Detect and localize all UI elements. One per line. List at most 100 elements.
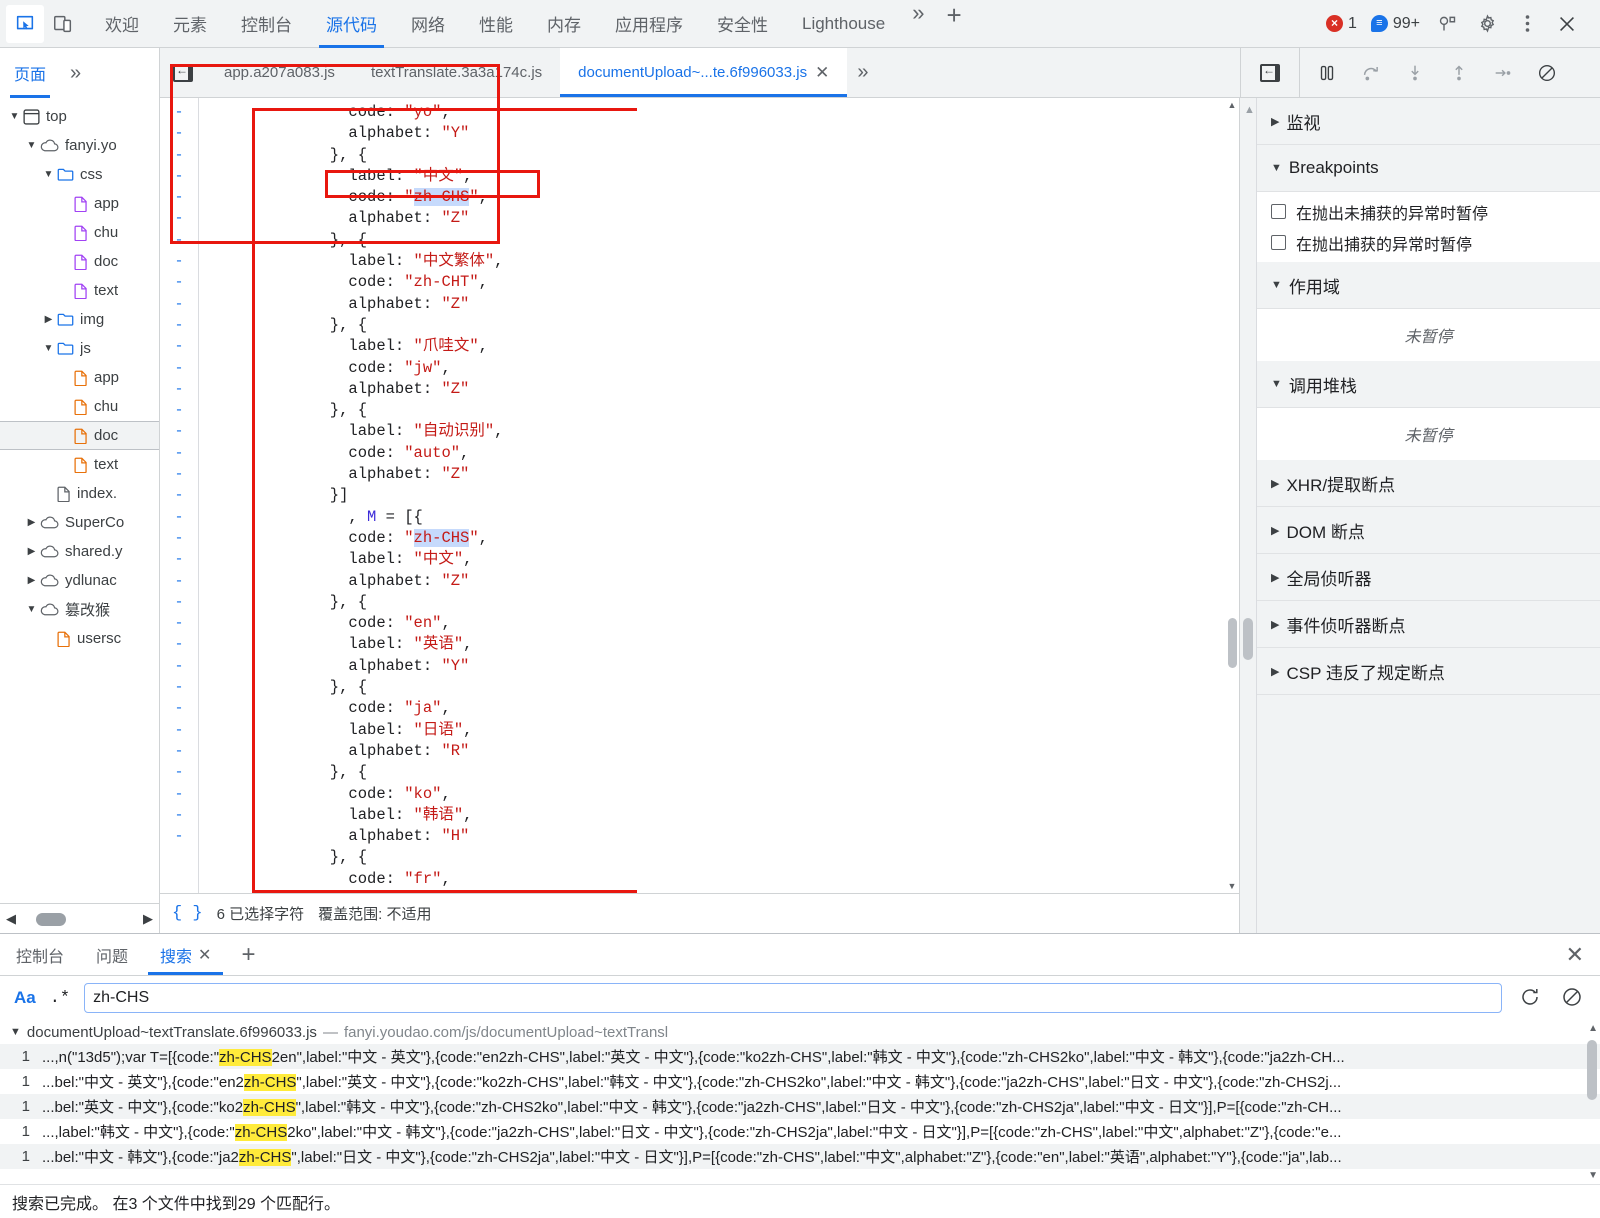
file-tree-row[interactable]: doc [0, 247, 159, 276]
refresh-icon[interactable] [1516, 985, 1544, 1012]
scroll-down-icon[interactable]: ▼ [1225, 879, 1239, 893]
scroll-up-icon[interactable]: ▲ [1588, 1023, 1598, 1034]
pause-resume-button[interactable] [1306, 52, 1348, 94]
file-tree-horizontal-scrollbar[interactable]: ◀ ▶ [0, 903, 159, 933]
results-scrollbar-thumb[interactable] [1587, 1040, 1597, 1100]
clear-icon[interactable] [1558, 985, 1586, 1012]
chevron-down-icon[interactable]: ▼ [40, 343, 57, 354]
file-tree-row[interactable]: ▶ SuperCo [0, 508, 159, 537]
section-watch[interactable]: ▶ 监视 [1257, 98, 1600, 145]
editor-vertical-scrollbar[interactable]: ▲ ▼ [1225, 98, 1239, 893]
tab-lighthouse[interactable]: Lighthouse [785, 0, 902, 48]
drawer-tab-issues[interactable]: 问题 [80, 934, 144, 975]
search-result-row[interactable]: 1 ...bel:"中文 - 韩文"},{code:"ja2zh-CHS",lab… [0, 1144, 1600, 1169]
scroll-up-icon[interactable]: ▲ [1225, 98, 1239, 112]
scroll-down-icon[interactable]: ▼ [1588, 1170, 1598, 1181]
chevron-down-icon[interactable]: ▼ [23, 604, 40, 615]
device-toolbar-icon[interactable] [44, 5, 82, 43]
section-event-listener-breakpoints[interactable]: ▶ 事件侦听器断点 [1257, 601, 1600, 648]
more-file-tabs-icon[interactable]: » [847, 48, 878, 97]
tab-elements[interactable]: 元素 [156, 0, 224, 48]
file-tree-row[interactable]: ▼ top [0, 102, 159, 131]
tab-sources[interactable]: 源代码 [309, 0, 394, 48]
pause-uncaught-checkbox[interactable] [1271, 204, 1286, 219]
regex-toggle[interactable]: .* [50, 989, 70, 1008]
scroll-left-icon[interactable]: ◀ [6, 911, 16, 927]
pause-caught-exceptions-row[interactable]: 在抛出捕获的异常时暂停 [1257, 227, 1600, 258]
scroll-up-icon[interactable]: ▲ [1244, 104, 1255, 116]
tab-application[interactable]: 应用程序 [598, 0, 700, 48]
section-breakpoints[interactable]: ▼ Breakpoints [1257, 145, 1600, 192]
tab-security[interactable]: 安全性 [700, 0, 785, 48]
chevron-down-icon[interactable]: ▼ [23, 140, 40, 151]
close-icon[interactable] [1548, 5, 1586, 43]
tab-page[interactable]: 页面 [0, 48, 60, 98]
file-tree-row[interactable]: chu [0, 218, 159, 247]
more-vertical-icon[interactable] [1508, 5, 1546, 43]
add-drawer-tab-icon[interactable]: + [227, 934, 269, 975]
close-search-tab-icon[interactable]: ✕ [198, 945, 211, 965]
chevron-right-icon[interactable]: ▶ [23, 546, 40, 557]
code-content-area[interactable]: code: "yo", alphabet: "Y" }, { label: "中… [216, 98, 1239, 893]
section-global-listeners[interactable]: ▶ 全局侦听器 [1257, 554, 1600, 601]
file-tree-row[interactable]: ▶ img [0, 305, 159, 334]
search-result-row[interactable]: 1 ...bel:"英文 - 中文"},{code:"ko2zh-CHS",lab… [0, 1094, 1600, 1119]
search-result-row[interactable]: 1 ...,n("13d5");var T=[{code:"zh-CHS2en",… [0, 1044, 1600, 1069]
debugger-scrollbar-thumb[interactable] [1243, 618, 1253, 660]
section-xhr-breakpoints[interactable]: ▶ XHR/提取断点 [1257, 460, 1600, 507]
section-scope[interactable]: ▼ 作用域 [1257, 262, 1600, 309]
file-tree-row[interactable]: app [0, 363, 159, 392]
chevron-down-icon[interactable]: ▼ [40, 169, 57, 180]
step-into-button[interactable] [1394, 52, 1436, 94]
error-count-badge[interactable]: × 1 [1320, 15, 1363, 33]
step-out-button[interactable] [1438, 52, 1480, 94]
step-button[interactable] [1482, 52, 1524, 94]
collapse-sidebar-icon[interactable] [1241, 63, 1299, 82]
pause-uncaught-exceptions-row[interactable]: 在抛出未捕获的异常时暂停 [1257, 196, 1600, 227]
file-tree-row[interactable]: text [0, 450, 159, 479]
more-panels-icon[interactable]: » [902, 0, 934, 48]
file-tree-row[interactable]: ▶ ydlunac [0, 566, 159, 595]
tab-network[interactable]: 网络 [394, 0, 462, 48]
drawer-tab-search[interactable]: 搜索 ✕ [144, 934, 227, 975]
file-tree-row[interactable]: index. [0, 479, 159, 508]
source-code-text[interactable]: code: "yo", alphabet: "Y" }, { label: "中… [216, 102, 1239, 893]
section-dom-breakpoints[interactable]: ▶ DOM 断点 [1257, 507, 1600, 554]
more-navigator-tabs-icon[interactable]: » [60, 62, 91, 85]
search-result-file-header[interactable]: ▼ documentUpload~textTranslate.6f996033.… [0, 1020, 1600, 1044]
close-tab-icon[interactable]: ✕ [815, 63, 829, 83]
chevron-right-icon[interactable]: ▶ [23, 517, 40, 528]
source-code-editor[interactable]: - - - - - - - - - - - - - - - - - - - - - - - - - - - - - - - - - - - code… [160, 98, 1239, 893]
file-tree-row[interactable]: usersc [0, 624, 159, 653]
debugger-sidebar-scrollbar[interactable]: ▲ [1240, 98, 1256, 933]
file-tree-row[interactable]: ▼ fanyi.yo [0, 131, 159, 160]
file-tree-row[interactable]: ▼ js [0, 334, 159, 363]
file-tree-row[interactable]: ▼ 篡改猴 [0, 595, 159, 624]
scrollbar-thumb[interactable] [36, 912, 66, 926]
file-tab-texttranslate[interactable]: textTranslate.3a3a174c.js [353, 48, 560, 97]
drawer-tab-console[interactable]: 控制台 [0, 934, 80, 975]
pause-caught-checkbox[interactable] [1271, 235, 1286, 250]
search-result-row[interactable]: 1 ...bel:"中文 - 英文"},{code:"en2zh-CHS",lab… [0, 1069, 1600, 1094]
inspect-element-icon[interactable] [6, 4, 44, 43]
chevron-right-icon[interactable]: ▶ [40, 314, 57, 325]
tab-performance[interactable]: 性能 [462, 0, 530, 48]
show-navigator-icon[interactable] [160, 48, 206, 97]
close-drawer-icon[interactable]: ✕ [1550, 934, 1600, 975]
gear-icon[interactable] [1468, 5, 1506, 43]
file-tree-row[interactable]: chu [0, 392, 159, 421]
search-results-list[interactable]: ▼ documentUpload~textTranslate.6f996033.… [0, 1020, 1600, 1184]
file-tree-row[interactable]: ▼ css [0, 160, 159, 189]
chevron-right-icon[interactable]: ▶ [23, 575, 40, 586]
file-tab-app[interactable]: app.a207a083.js [206, 48, 353, 97]
editor-scrollbar-thumb[interactable] [1228, 618, 1237, 668]
file-tree-row[interactable]: app [0, 189, 159, 218]
section-call-stack[interactable]: ▼ 调用堆栈 [1257, 361, 1600, 408]
search-input[interactable] [84, 983, 1502, 1013]
info-count-badge[interactable]: ≡ 99+ [1365, 15, 1426, 33]
search-result-row[interactable]: 1 ...,label:"韩文 - 中文"},{code:"zh-CHS2ko",… [0, 1119, 1600, 1144]
file-tab-documentupload[interactable]: documentUpload~...te.6f996033.js ✕ [560, 48, 848, 97]
tab-memory[interactable]: 内存 [530, 0, 598, 48]
scroll-right-icon[interactable]: ▶ [143, 911, 153, 927]
chevron-down-icon[interactable]: ▼ [6, 111, 23, 122]
